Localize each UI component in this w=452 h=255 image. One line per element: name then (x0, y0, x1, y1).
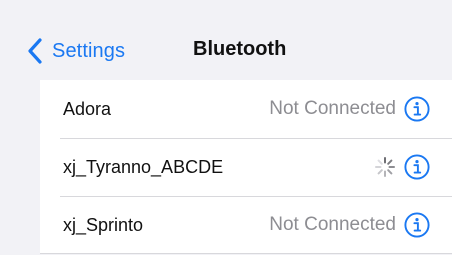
connection-status: Not Connected (269, 214, 396, 235)
back-button[interactable]: Settings (26, 34, 125, 68)
list-divider (40, 253, 452, 254)
device-name: xj_Tyranno_ABCDE (63, 156, 224, 177)
activity-spinner-icon (375, 157, 395, 177)
device-name: xj_Sprinto (63, 214, 144, 235)
device-row-adora[interactable]: Adora Not Connected (40, 80, 452, 138)
device-row-xj-sprinto[interactable]: xj_Sprinto Not Connected (40, 196, 452, 254)
info-icon[interactable] (404, 154, 430, 180)
info-icon[interactable] (404, 96, 430, 122)
navigation-bar: Settings Bluetooth (0, 0, 452, 88)
device-row-xj-tyranno[interactable]: xj_Tyranno_ABCDE (40, 138, 452, 196)
info-icon[interactable] (404, 212, 430, 238)
chevron-left-icon (28, 38, 42, 64)
back-label: Settings (52, 39, 126, 62)
page-title: Bluetooth (193, 38, 287, 60)
connection-status: Not Connected (269, 98, 396, 119)
device-list: Adora Not Connected xj_Tyranno_ABCDE xj_… (40, 80, 452, 254)
device-name: Adora (63, 98, 112, 119)
